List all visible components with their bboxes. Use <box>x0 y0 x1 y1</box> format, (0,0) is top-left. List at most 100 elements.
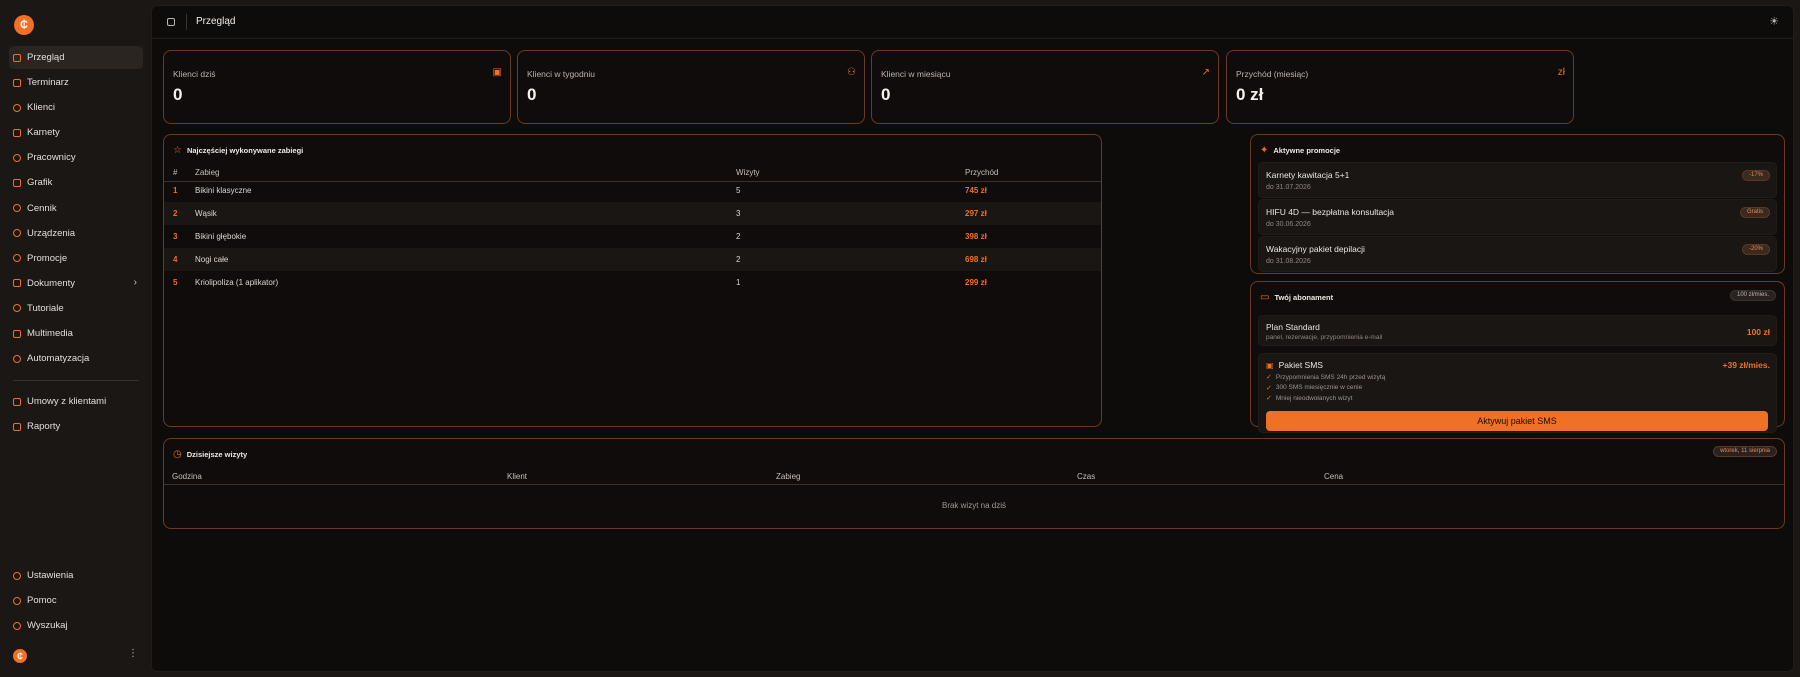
card-title: ✦ Aktywne promocje <box>1260 145 1340 156</box>
calendar-icon <box>13 78 21 87</box>
sms-feature-text: Mniej nieodwołanych wizyt <box>1275 394 1353 402</box>
stat-value: 0 <box>881 85 891 104</box>
table-row[interactable]: 3 Bikini głębokie 2 398 zł <box>164 225 1101 248</box>
active-promotions-card: ✦ Aktywne promocje Karnety kawitacja 5+1… <box>1250 134 1785 274</box>
column-header[interactable]: Klient <box>507 472 527 481</box>
calendar-icon: ▣ <box>492 67 502 78</box>
ticket-icon <box>13 128 21 137</box>
sidebar-item-dokumenty[interactable]: Dokumenty › <box>9 272 143 295</box>
promotion-item[interactable]: Wakacyjny pakiet depilacji do 31.08.2026… <box>1258 236 1777 272</box>
message-icon: ▣ <box>1266 360 1274 370</box>
sidebar-item-karnety[interactable]: Karnety <box>9 121 143 144</box>
topbar-divider <box>186 14 187 30</box>
column-header[interactable]: Godzina <box>172 472 202 481</box>
app-logo[interactable]: ₵ <box>14 15 34 35</box>
sparkle-icon <box>13 254 21 263</box>
promotion-date: do 31.07.2026 <box>1266 184 1311 191</box>
table-row[interactable]: 2 Wąsik 3 297 zł <box>164 202 1101 225</box>
more-vertical-icon[interactable]: ⋮ <box>128 648 138 659</box>
column-header[interactable]: Przychód <box>965 168 998 177</box>
document-icon <box>13 279 21 288</box>
sidebar-item-wyszukaj[interactable]: Wyszukaj <box>9 614 143 637</box>
sidebar-toggle-icon[interactable] <box>167 18 175 26</box>
main-panel: Przegląd ☀ Klienci dziś 0 ▣ Klienci w ty… <box>151 5 1794 672</box>
promotion-badge: -17% <box>1741 170 1770 181</box>
help-icon <box>13 596 21 605</box>
promotion-item[interactable]: Karnety kawitacja 5+1 do 31.07.2026 -17% <box>1258 162 1777 198</box>
search-icon <box>13 621 21 630</box>
sidebar-item-umowy[interactable]: Umowy z klientami <box>9 390 143 413</box>
column-header[interactable]: Zabieg <box>195 168 219 177</box>
avatar[interactable]: ₵ <box>13 649 27 663</box>
chevron-right-icon: › <box>133 276 137 288</box>
sidebar-item-automatyzacja[interactable]: Automatyzacja <box>9 347 143 370</box>
sidebar-item-label: Pomoc <box>27 595 57 607</box>
sun-icon[interactable]: ☀ <box>1769 15 1779 28</box>
sidebar-item-pomoc[interactable]: Pomoc <box>9 589 143 612</box>
card-title-text: Twój abonament <box>1274 293 1334 302</box>
sidebar-item-label: Przegląd <box>27 52 65 63</box>
column-header[interactable]: # <box>173 168 177 177</box>
sidebar-item-pracownicy[interactable]: Pracownicy <box>9 146 143 169</box>
schedule-icon <box>13 178 21 187</box>
sidebar-item-terminarz[interactable]: Terminarz <box>9 71 143 94</box>
column-header[interactable]: Wizyty <box>736 168 760 177</box>
sidebar-item-grafik[interactable]: Grafik <box>9 171 143 194</box>
check-icon: ✓ <box>1266 384 1272 392</box>
promotion-badge: -20% <box>1741 244 1770 255</box>
stat-label: Przychód (miesiąc) <box>1236 69 1309 79</box>
sidebar-bottom-nav: Ustawienia Pomoc Wyszukaj <box>9 564 143 639</box>
stat-card-today: Klienci dziś 0 ▣ <box>163 50 511 124</box>
sidebar-item-label: Raporty <box>27 421 61 433</box>
stat-value: 0 zł <box>1236 85 1264 104</box>
users-icon <box>13 103 21 112</box>
sidebar-item-promocje[interactable]: Promocje <box>9 247 143 270</box>
table-row[interactable]: 4 Nogi całe 2 698 zł <box>164 248 1101 271</box>
star-icon: ☆ <box>173 145 182 156</box>
sidebar-item-raporty[interactable]: Raporty <box>9 415 143 438</box>
gear-icon <box>13 571 21 580</box>
check-icon: ✓ <box>1266 374 1272 381</box>
promotion-badge: Gratis <box>1739 207 1770 218</box>
sparkle-icon: ✦ <box>1260 145 1269 156</box>
sidebar-item-label: Pracownicy <box>27 152 76 164</box>
sms-price: +39 zł/mies. <box>1722 360 1771 370</box>
sidebar-item-label: Klienci <box>27 102 55 114</box>
date-badge: wtorek, 11 sierpnia <box>1713 446 1777 457</box>
table-row[interactable]: 1 Bikini klasyczne 5 745 zł <box>164 179 1101 202</box>
sms-title: ▣ Pakiet SMS <box>1266 360 1323 370</box>
stat-value: 0 <box>173 85 183 104</box>
sidebar-item-label: Grafik <box>27 177 53 189</box>
users-icon: ⚇ <box>847 67 856 78</box>
row-treatment: Bikini klasyczne <box>195 186 252 195</box>
sidebar-item-label: Umowy z klientami <box>27 396 107 408</box>
sidebar-item-cennik[interactable]: Cennik <box>9 197 143 220</box>
card-title-text: Dzisiejsze wizyty <box>186 450 248 459</box>
promotion-name: Karnety kawitacja 5+1 <box>1266 170 1350 180</box>
card-title: ▭ Twój abonament <box>1260 292 1333 303</box>
row-revenue: 299 zł <box>965 278 987 287</box>
sidebar-item-urzadzenia[interactable]: Urządzenia <box>9 222 143 245</box>
activate-sms-button[interactable]: Aktywuj pakiet SMS <box>1266 411 1768 431</box>
sidebar-item-ustawienia[interactable]: Ustawienia <box>9 564 143 587</box>
sidebar-item-tutoriale[interactable]: Tutoriale <box>9 297 143 320</box>
stat-label: Klienci w tygodniu <box>527 69 596 79</box>
column-header[interactable]: Cena <box>1324 472 1343 481</box>
column-header[interactable]: Zabieg <box>776 472 800 481</box>
sidebar-item-multimedia[interactable]: Multimedia <box>9 322 143 345</box>
column-header[interactable]: Czas <box>1077 472 1095 481</box>
row-rank: 2 <box>173 209 178 218</box>
clock-icon: ◷ <box>173 449 182 460</box>
media-icon <box>13 329 21 338</box>
sidebar-item-label: Urządzenia <box>27 227 76 239</box>
row-visits: 5 <box>736 186 741 195</box>
table-row[interactable]: 5 Kriolipoliza (1 aplikator) 1 299 zł <box>164 271 1101 294</box>
card-title-text: Aktywne promocje <box>1273 146 1341 155</box>
sidebar-item-przeglad[interactable]: Przegląd <box>9 46 143 69</box>
bolt-icon <box>13 354 21 363</box>
sidebar-item-label: Multimedia <box>27 328 73 340</box>
sidebar-item-klienci[interactable]: Klienci <box>9 96 143 119</box>
promotion-item[interactable]: HIFU 4D — bezpłatna konsultacja do 30.06… <box>1258 199 1777 235</box>
user-row[interactable]: ₵ ⋮ <box>13 648 138 664</box>
promotion-name: Wakacyjny pakiet depilacji <box>1266 244 1365 254</box>
